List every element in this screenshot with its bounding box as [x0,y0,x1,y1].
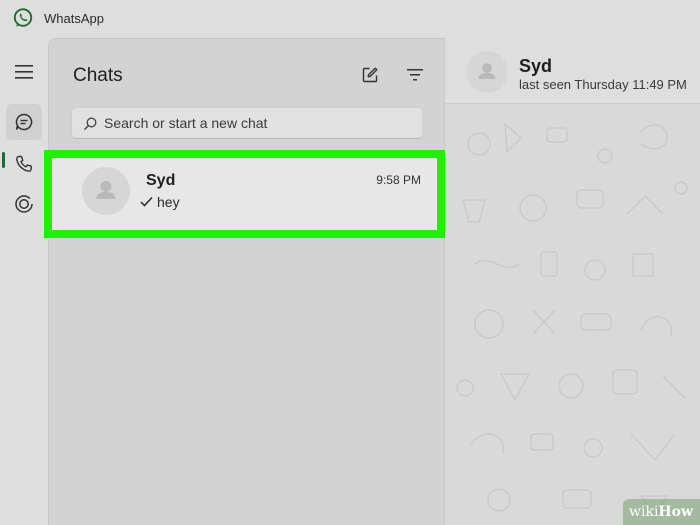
conversation-pane: Syd last seen Thursday 11:49 PM [445,38,700,525]
default-avatar-icon [96,181,116,199]
chat-list-panel: Chats [48,38,445,525]
doodle-wallpaper [456,122,688,518]
message-preview-text: hey [157,194,180,210]
whatsapp-logo-icon [13,8,33,27]
active-indicator [2,152,5,168]
highlighted-chat-frame: Syd 9:58 PM hey [44,150,445,238]
calls-nav-button[interactable] [6,146,42,182]
chats-title: Chats [73,65,123,86]
new-chat-button[interactable] [356,61,384,89]
conversation-header[interactable]: Syd last seen Thursday 11:49 PM [445,38,700,104]
wikihow-watermark: wikiHow [623,499,700,525]
chat-list-item-syd[interactable]: Syd 9:58 PM hey [52,158,437,230]
calls-icon [16,155,32,172]
watermark-suffix: How [658,504,694,520]
title-bar: WhatsApp [0,0,700,38]
chats-icon [15,113,33,131]
contact-name: Syd [146,172,176,189]
search-bar[interactable] [71,107,423,139]
filter-icon [407,69,423,81]
chats-nav-button[interactable] [6,104,42,140]
menu-icon [15,65,33,79]
status-nav-button[interactable] [6,186,42,222]
new-chat-icon [362,67,378,83]
status-icon [15,195,33,213]
last-seen-status: last seen Thursday 11:49 PM [519,77,687,92]
navigation-rail [0,38,48,525]
default-avatar-icon [478,63,496,79]
search-input[interactable] [104,108,414,138]
app-title: WhatsApp [44,11,104,26]
message-time: 9:58 PM [376,173,421,187]
single-check-icon [140,196,153,207]
header-contact-name: Syd [519,56,553,76]
watermark-prefix: wiki [629,504,659,520]
message-preview: hey [140,194,180,210]
filter-button[interactable] [401,61,429,89]
menu-button[interactable] [6,54,42,90]
search-icon [84,117,97,130]
header-avatar[interactable] [466,51,508,93]
contact-avatar [82,167,130,215]
